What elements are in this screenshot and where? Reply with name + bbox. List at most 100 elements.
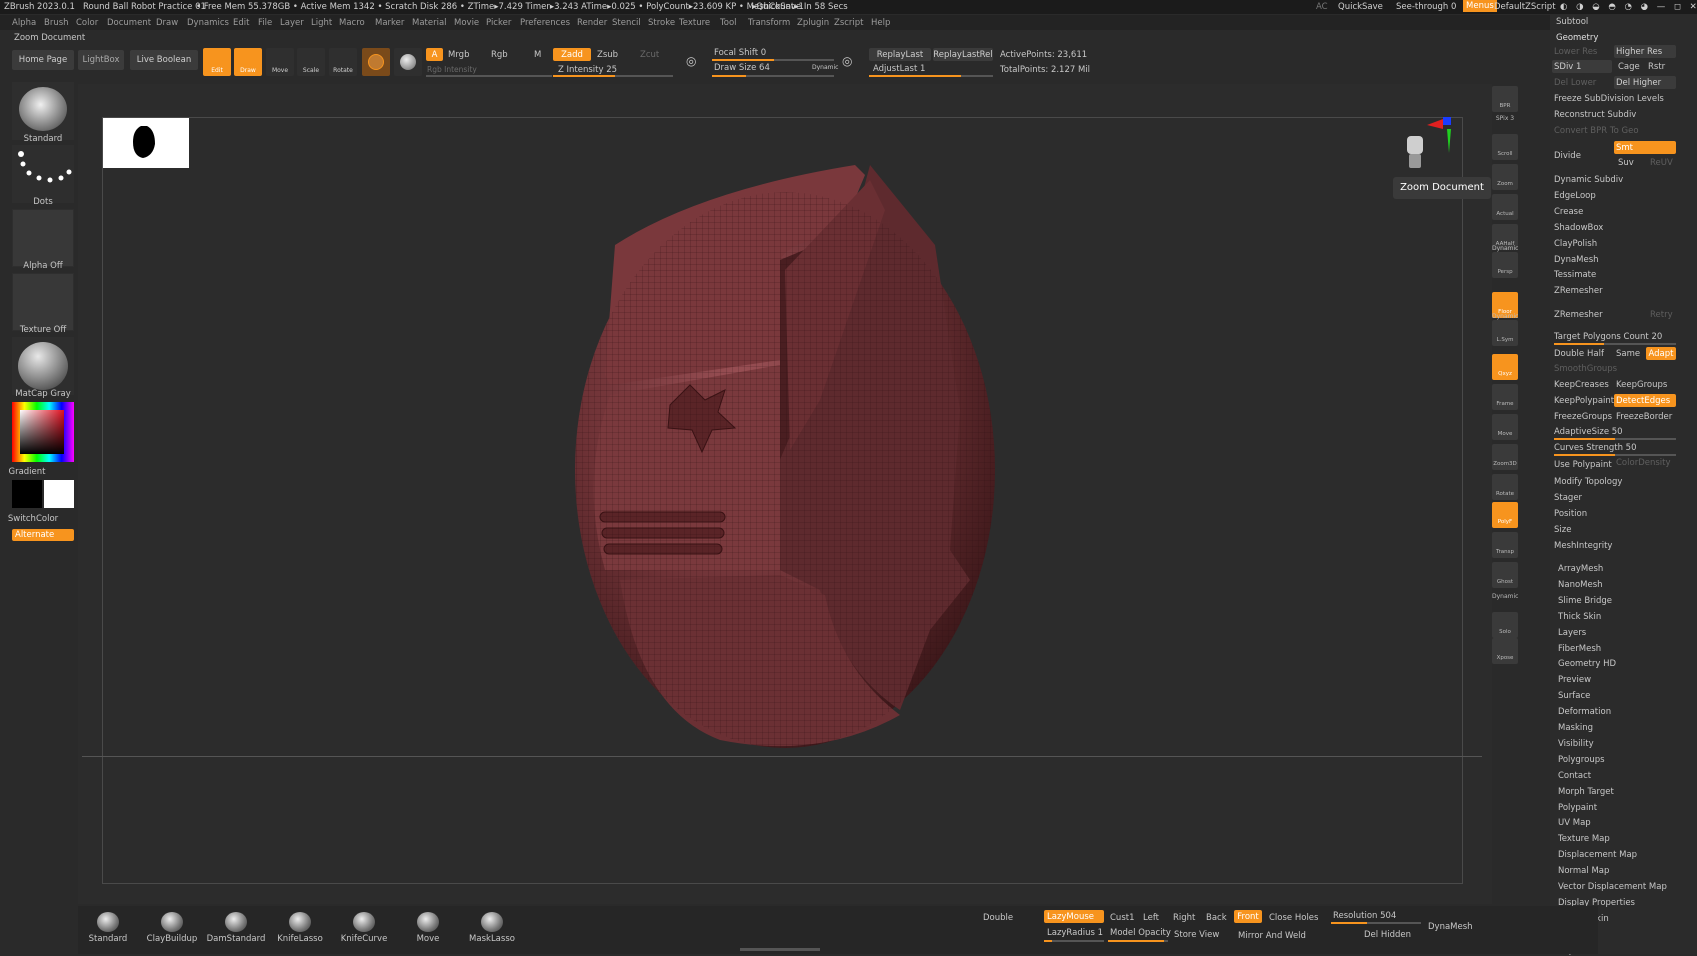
palette-nanomesh[interactable]: NanoMesh (1558, 580, 1603, 590)
freeze-groups-toggle[interactable]: FreezeGroups (1554, 412, 1612, 422)
rgb-toggle[interactable]: Rgb (491, 50, 508, 60)
curves-strength-track[interactable] (1554, 454, 1676, 456)
alpha-thumb[interactable] (12, 209, 74, 267)
rgb-intensity-slider[interactable]: Rgb Intensity (427, 65, 477, 74)
color-density-slider[interactable]: ColorDensity (1616, 458, 1671, 468)
m-toggle[interactable]: M (534, 50, 541, 60)
dynamesh-button[interactable]: DynaMesh (1428, 922, 1473, 932)
mirror-weld-button[interactable]: Mirror And Weld (1238, 931, 1306, 941)
adaptive-size-track[interactable] (1554, 438, 1676, 440)
see-through-slider[interactable]: See-through 0 (1396, 2, 1456, 12)
model-opacity-slider[interactable]: Model Opacity (1110, 928, 1171, 938)
menu-stencil[interactable]: Stencil (612, 18, 641, 28)
lower-res-button[interactable]: Lower Res (1554, 47, 1597, 57)
shelf-l-sym[interactable]: L.Sym (1492, 320, 1518, 346)
keep-creases-toggle[interactable]: KeepCreases (1554, 380, 1609, 390)
window-icons[interactable]: ◐ ◑ ◒ ◓ ◔ ◕ — ◻ ✕ (1560, 2, 1697, 12)
brush-knifelasso[interactable]: KnifeLasso (270, 912, 330, 944)
menu-brush[interactable]: Brush (44, 18, 69, 28)
zcut-toggle[interactable]: Zcut (640, 50, 659, 60)
dynamic-toggle[interactable]: Dynamic (812, 64, 838, 71)
brush-masklasso[interactable]: MaskLasso (462, 912, 522, 944)
right-view-button[interactable]: Right (1173, 913, 1195, 923)
move-mode-button[interactable]: Move (266, 48, 294, 76)
palette-tessimate[interactable]: Tessimate (1554, 270, 1596, 280)
brush-damstandard[interactable]: DamStandard (206, 912, 266, 944)
divide-button[interactable]: Divide (1554, 151, 1581, 161)
texture-thumb[interactable] (12, 273, 74, 331)
alternate-toggle[interactable]: Alternate (12, 529, 74, 541)
edit-mode-button[interactable]: Edit (203, 48, 231, 76)
sdiv-slider[interactable]: SDiv 1 (1552, 60, 1612, 73)
menu-marker[interactable]: Marker (375, 18, 404, 28)
live-boolean-button[interactable]: Live Boolean (130, 50, 198, 70)
draw-size-slider[interactable]: Draw Size 64 (714, 63, 770, 73)
palette-arraymesh[interactable]: ArrayMesh (1558, 564, 1603, 574)
shelf-persp[interactable]: Persp (1492, 252, 1518, 278)
z-intensity-track[interactable] (553, 75, 673, 77)
axis-gizmo-icon[interactable] (1425, 115, 1461, 160)
shelf-polyf[interactable]: PolyF (1492, 502, 1518, 528)
shelf-ghost[interactable]: Ghost (1492, 562, 1518, 588)
del-lower-button[interactable]: Del Lower (1554, 78, 1596, 88)
shelf-transp[interactable]: Transp (1492, 532, 1518, 558)
back-view-button[interactable]: Back (1206, 913, 1227, 923)
material-swatch[interactable] (362, 48, 390, 76)
menu-help[interactable]: Help (871, 18, 890, 28)
shelf-zoom[interactable]: Zoom (1492, 164, 1518, 190)
palette-dynamic-subdiv[interactable]: Dynamic Subdiv (1554, 175, 1623, 185)
replay-last-rel-button[interactable]: ReplayLastRel (933, 48, 993, 61)
menu-alpha[interactable]: Alpha (12, 18, 36, 28)
keep-polypaint-toggle[interactable]: KeepPolypaint (1554, 396, 1614, 406)
same-button[interactable]: Same (1616, 349, 1640, 359)
alpha-a-toggle[interactable]: A (426, 48, 443, 61)
focal-shift-track[interactable] (712, 59, 834, 61)
palette-normal-map[interactable]: Normal Map (1558, 866, 1609, 876)
adapt-toggle[interactable]: Adapt (1646, 347, 1676, 360)
shelf-dynamic[interactable]: Dynamic (1492, 592, 1518, 602)
brush-standard[interactable]: Standard (78, 912, 138, 944)
palette-shadowbox[interactable]: ShadowBox (1554, 223, 1603, 233)
palette-uv-map[interactable]: UV Map (1558, 818, 1591, 828)
palette-morph-target[interactable]: Morph Target (1558, 787, 1614, 797)
palette-fibermesh[interactable]: FiberMesh (1558, 644, 1601, 654)
palette-visibility[interactable]: Visibility (1558, 739, 1594, 749)
palette-zremesher[interactable]: ZRemesher (1554, 286, 1603, 296)
shelf-solo[interactable]: Solo (1492, 612, 1518, 638)
palette-slime-bridge[interactable]: Slime Bridge (1558, 596, 1612, 606)
front-view-button[interactable]: Front (1234, 910, 1262, 923)
shelf-zoom3d[interactable]: Zoom3D (1492, 444, 1518, 470)
brush-claybuildup[interactable]: ClayBuildup (142, 912, 202, 944)
shelf-scroll[interactable]: Scroll (1492, 134, 1518, 160)
switch-color-button[interactable]: SwitchColor (0, 514, 76, 524)
palette-claypolish[interactable]: ClayPolish (1554, 239, 1597, 249)
shelf-actual[interactable]: Actual (1492, 194, 1518, 220)
model-opacity-track[interactable] (1108, 940, 1168, 942)
menu-light[interactable]: Light (311, 18, 332, 28)
stroke-icon[interactable] (394, 48, 422, 76)
palette-meshintegrity[interactable]: MeshIntegrity (1554, 541, 1612, 551)
secondary-color-swatch[interactable] (44, 480, 74, 508)
shelf-qxyz[interactable]: Qxyz (1492, 354, 1518, 380)
main-color-swatch[interactable] (12, 480, 42, 508)
draw-mode-button[interactable]: Draw (234, 48, 262, 76)
reuv-toggle[interactable]: ReUV (1650, 158, 1673, 168)
freeze-border-toggle[interactable]: FreezeBorder (1616, 412, 1672, 422)
lazyradius-slider[interactable]: LazyRadius 1 (1047, 928, 1103, 938)
z-intensity-slider[interactable]: Z Intensity 25 (558, 65, 617, 75)
freeze-subdivision-button[interactable]: Freeze SubDivision Levels (1554, 94, 1664, 104)
shelf-xpose[interactable]: Xpose (1492, 638, 1518, 664)
focal-shift-slider[interactable]: Focal Shift 0 (714, 48, 766, 58)
adjust-last-track[interactable] (869, 75, 993, 77)
target-polygons-slider[interactable]: Target Polygons Count 20 (1554, 332, 1662, 342)
palette-layers[interactable]: Layers (1558, 628, 1586, 638)
menu-color[interactable]: Color (76, 18, 98, 28)
palette-size[interactable]: Size (1554, 525, 1571, 535)
shelf-move[interactable]: Move (1492, 414, 1518, 440)
geometry-header[interactable]: Geometry (1556, 33, 1598, 43)
palette-dynamesh[interactable]: DynaMesh (1554, 255, 1599, 265)
higher-res-button[interactable]: Higher Res (1614, 45, 1676, 58)
brush-standard-thumb[interactable] (12, 82, 74, 140)
reconstruct-subdiv-button[interactable]: Reconstruct Subdiv (1554, 110, 1636, 120)
menus-toggle[interactable]: Menus (1463, 0, 1497, 12)
